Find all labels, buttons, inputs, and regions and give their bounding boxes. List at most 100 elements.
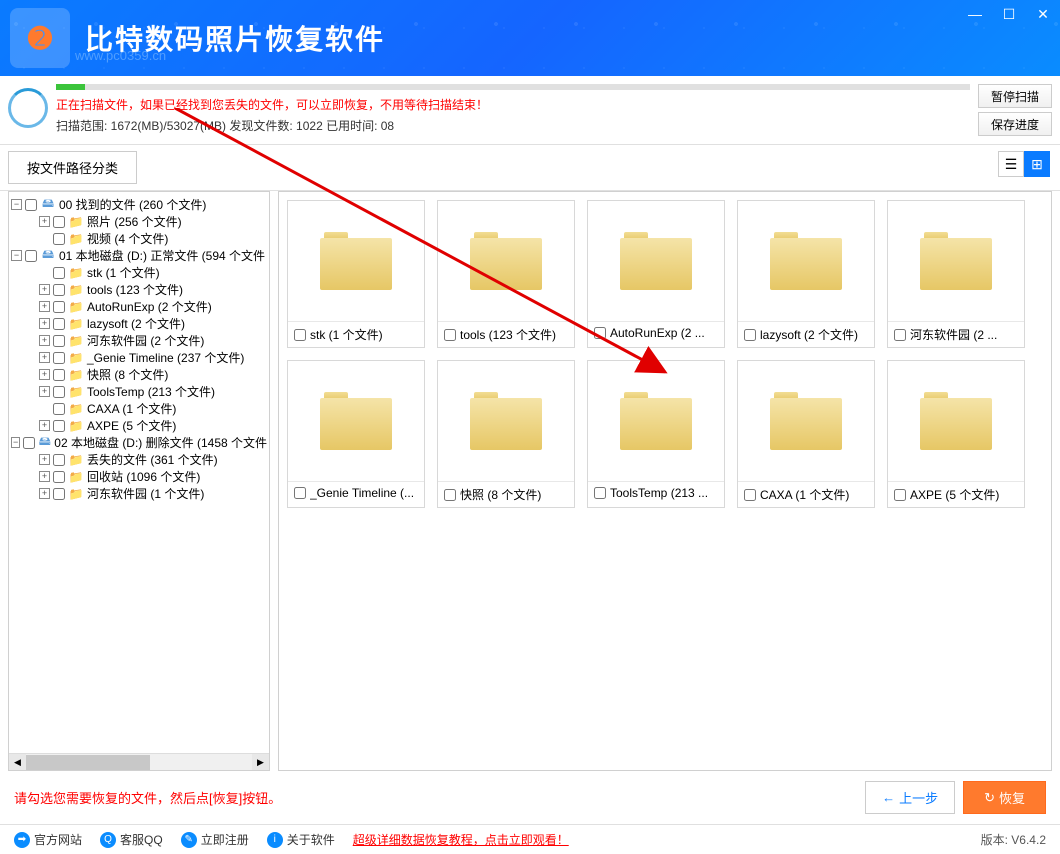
register-link[interactable]: ✎立即注册 [181,831,249,848]
tree-label: lazysoft (2 个文件) [87,315,185,332]
tree-label: tools (123 个文件) [87,281,183,298]
qq-link[interactable]: Q客服QQ [100,831,163,848]
folder-checkbox[interactable] [894,329,906,341]
folder-icon [620,392,692,450]
folder-card[interactable]: CAXA (1 个文件) [737,360,875,508]
tree-item[interactable]: +📁河东软件园 (1 个文件) [11,485,267,502]
folder-checkbox[interactable] [594,327,606,339]
tree-item[interactable]: +📁ToolsTemp (213 个文件) [11,383,267,400]
folder-icon [920,232,992,290]
expand-icon[interactable]: + [39,488,50,499]
tree-item[interactable]: +📁tools (123 个文件) [11,281,267,298]
filter-tab-path[interactable]: 按文件路径分类 [8,151,137,184]
close-button[interactable]: ✕ [1026,0,1060,28]
official-site-link[interactable]: ➡官方网站 [14,831,82,848]
tree-item[interactable]: +📁丢失的文件 (361 个文件) [11,451,267,468]
tree-checkbox[interactable] [53,318,65,330]
save-progress-button[interactable]: 保存进度 [978,112,1052,136]
folder-label: _Genie Timeline (... [310,486,418,500]
tree-checkbox[interactable] [53,335,65,347]
tree-checkbox[interactable] [53,352,65,364]
tree-panel[interactable]: −🖴00 找到的文件 (260 个文件)+📁照片 (256 个文件)📁视频 (4… [8,191,270,771]
minimize-button[interactable]: — [958,0,992,28]
folder-card[interactable]: AXPE (5 个文件) [887,360,1025,508]
expand-icon[interactable]: + [39,216,50,227]
view-list-button[interactable]: ☰ [998,151,1024,177]
expand-icon[interactable]: − [11,250,22,261]
folder-checkbox[interactable] [744,489,756,501]
expand-icon[interactable]: + [39,318,50,329]
maximize-button[interactable]: ☐ [992,0,1026,28]
folder-checkbox[interactable] [294,487,306,499]
tree-item[interactable]: −🖴00 找到的文件 (260 个文件) [11,196,267,213]
tree-checkbox[interactable] [23,437,35,449]
folder-checkbox[interactable] [894,489,906,501]
expand-icon[interactable]: + [39,369,50,380]
expand-icon[interactable]: − [11,437,20,448]
expand-icon[interactable]: + [39,454,50,465]
tree-item[interactable]: 📁CAXA (1 个文件) [11,400,267,417]
expand-icon[interactable]: + [39,471,50,482]
tree-checkbox[interactable] [53,420,65,432]
tree-item[interactable]: −🖴01 本地磁盘 (D:) 正常文件 (594 个文件 [11,247,267,264]
tree-checkbox[interactable] [53,488,65,500]
tree-item[interactable]: +📁快照 (8 个文件) [11,366,267,383]
folder-label: stk (1 个文件) [310,326,418,343]
tree-item[interactable]: +📁lazysoft (2 个文件) [11,315,267,332]
tree-item[interactable]: −🖴02 本地磁盘 (D:) 删除文件 (1458 个文件 [11,434,267,451]
folder-card[interactable]: AutoRunExp (2 ... [587,200,725,348]
tree-checkbox[interactable] [53,369,65,381]
folder-checkbox[interactable] [744,329,756,341]
folder-card[interactable]: stk (1 个文件) [287,200,425,348]
expand-icon[interactable]: + [39,420,50,431]
folder-card[interactable]: tools (123 个文件) [437,200,575,348]
expand-icon[interactable]: + [39,352,50,363]
prev-button[interactable]: ←上一步 [865,781,955,814]
about-link[interactable]: i关于软件 [267,831,335,848]
expand-icon[interactable]: − [11,199,22,210]
pause-scan-button[interactable]: 暂停扫描 [978,84,1052,108]
expand-icon[interactable]: + [39,284,50,295]
recover-button[interactable]: ↻恢复 [963,781,1046,814]
tree-checkbox[interactable] [53,233,65,245]
folder-card[interactable]: _Genie Timeline (... [287,360,425,508]
tutorial-link[interactable]: 超级详细数据恢复教程，点击立即观看！ [353,831,569,848]
folder-icon [770,392,842,450]
folder-thumbnail [888,361,1024,481]
user-icon: ✎ [181,832,197,848]
tree-item[interactable]: +📁_Genie Timeline (237 个文件) [11,349,267,366]
tree-item[interactable]: +📁AutoRunExp (2 个文件) [11,298,267,315]
expand-icon[interactable]: + [39,335,50,346]
tree-item[interactable]: 📁stk (1 个文件) [11,264,267,281]
folder-thumbnail [438,201,574,321]
grid-panel[interactable]: stk (1 个文件) tools (123 个文件)AutoRunExp (2 … [278,191,1052,771]
folder-checkbox[interactable] [444,329,456,341]
view-grid-button[interactable]: ⊞ [1024,151,1050,177]
tree-checkbox[interactable] [53,216,65,228]
tree-checkbox[interactable] [53,403,65,415]
tree-hscrollbar[interactable]: ◀▶ [9,753,269,770]
tree-item[interactable]: +📁回收站 (1096 个文件) [11,468,267,485]
tree-checkbox[interactable] [53,454,65,466]
expand-icon[interactable]: + [39,301,50,312]
tree-checkbox[interactable] [53,284,65,296]
tree-item[interactable]: +📁河东软件园 (2 个文件) [11,332,267,349]
folder-checkbox[interactable] [294,329,306,341]
folder-card[interactable]: ToolsTemp (213 ... [587,360,725,508]
tree-item[interactable]: +📁照片 (256 个文件) [11,213,267,230]
tree-checkbox[interactable] [53,301,65,313]
folder-checkbox[interactable] [444,489,456,501]
drive-icon: 🖴 [40,198,56,212]
tree-checkbox[interactable] [53,267,65,279]
tree-label: CAXA (1 个文件) [87,400,176,417]
folder-card[interactable]: lazysoft (2 个文件) [737,200,875,348]
tree-checkbox[interactable] [53,471,65,483]
tree-checkbox[interactable] [53,386,65,398]
expand-icon[interactable]: + [39,386,50,397]
tree-checkbox[interactable] [25,250,37,262]
folder-card[interactable]: 快照 (8 个文件) [437,360,575,508]
folder-checkbox[interactable] [594,487,606,499]
folder-card[interactable]: 河东软件园 (2 ... [887,200,1025,348]
tree-checkbox[interactable] [25,199,37,211]
folder-icon [470,232,542,290]
